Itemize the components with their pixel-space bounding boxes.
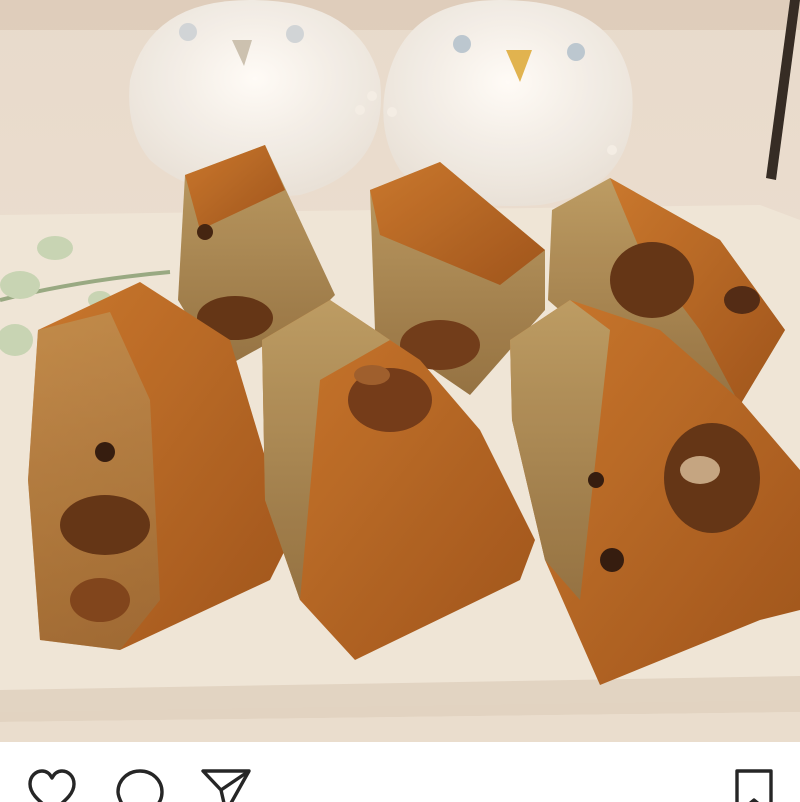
bookmark-icon — [731, 768, 783, 802]
save-button[interactable] — [731, 768, 783, 802]
paper-plane-icon — [200, 768, 252, 802]
comment-button[interactable] — [115, 768, 167, 802]
post-photo-illustration — [0, 0, 800, 742]
post-action-bar — [0, 742, 800, 802]
post-photo[interactable] — [0, 0, 800, 742]
heart-icon — [26, 768, 78, 802]
like-button[interactable] — [26, 768, 78, 802]
share-button[interactable] — [200, 768, 252, 802]
comment-bubble-icon — [115, 768, 167, 802]
